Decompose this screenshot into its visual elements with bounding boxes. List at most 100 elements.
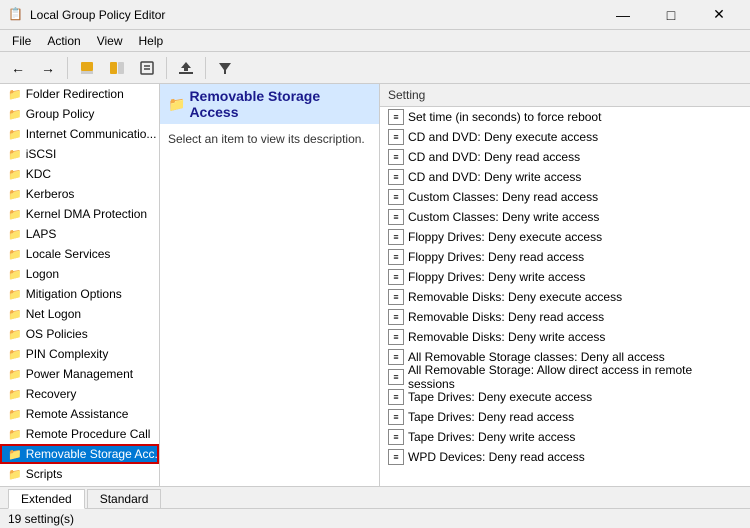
setting-icon-0: ≡ <box>388 109 404 125</box>
setting-row-3[interactable]: ≡ CD and DVD: Deny write access <box>380 167 750 187</box>
folder-icon-19: 📁 <box>8 468 22 481</box>
sidebar-item-logon[interactable]: 📁 Logon <box>0 264 159 284</box>
sidebar-item-kernel-dma[interactable]: 📁 Kernel DMA Protection <box>0 204 159 224</box>
panel-description: Select an item to view its description. <box>168 132 371 146</box>
setting-row-17[interactable]: ≡ WPD Devices: Deny read access <box>380 447 750 467</box>
title-text: Local Group Policy Editor <box>30 8 600 22</box>
main-content: 📁 Folder Redirection 📁 Group Policy 📁 In… <box>0 84 750 486</box>
folder-icon-1: 📁 <box>8 108 22 121</box>
setting-row-1[interactable]: ≡ CD and DVD: Deny execute access <box>380 127 750 147</box>
setting-icon-10: ≡ <box>388 309 404 325</box>
tab-standard[interactable]: Standard <box>87 489 162 508</box>
setting-row-5[interactable]: ≡ Custom Classes: Deny write access <box>380 207 750 227</box>
sidebar-item-locale-services[interactable]: 📁 Locale Services <box>0 244 159 264</box>
sidebar-item-scripts[interactable]: 📁 Scripts <box>0 464 159 484</box>
folder-icon-3: 📁 <box>8 148 22 161</box>
setting-row-0[interactable]: ≡ Set time (in seconds) to force reboot <box>380 107 750 127</box>
setting-icon-12: ≡ <box>388 349 404 365</box>
filter-button[interactable] <box>211 55 239 81</box>
folder-icon-7: 📁 <box>8 228 22 241</box>
forward-button[interactable]: → <box>34 55 62 81</box>
sidebar-item-remote-assistance[interactable]: 📁 Remote Assistance <box>0 404 159 424</box>
setting-row-4[interactable]: ≡ Custom Classes: Deny read access <box>380 187 750 207</box>
setting-icon-13: ≡ <box>388 369 404 385</box>
export-button[interactable] <box>172 55 200 81</box>
setting-icon-3: ≡ <box>388 169 404 185</box>
settings-column-header: Setting <box>388 88 742 102</box>
setting-row-2[interactable]: ≡ CD and DVD: Deny read access <box>380 147 750 167</box>
folder-icon-12: 📁 <box>8 328 22 341</box>
middle-panel: 📁 Removable Storage Access Select an ite… <box>160 84 380 486</box>
folder-icon-15: 📁 <box>8 388 22 401</box>
sidebar-item-internet-communications[interactable]: 📁 Internet Communicatio... <box>0 124 159 144</box>
toolbar: ← → <box>0 52 750 84</box>
toolbar-separator-2 <box>166 57 167 79</box>
status-bar: 19 setting(s) <box>0 508 750 528</box>
setting-icon-15: ≡ <box>388 409 404 425</box>
sidebar-item-laps[interactable]: 📁 LAPS <box>0 224 159 244</box>
setting-icon-7: ≡ <box>388 249 404 265</box>
sidebar-item-os-policies[interactable]: 📁 OS Policies <box>0 324 159 344</box>
minimize-button[interactable]: — <box>600 0 646 30</box>
setting-row-6[interactable]: ≡ Floppy Drives: Deny execute access <box>380 227 750 247</box>
setting-icon-9: ≡ <box>388 289 404 305</box>
sidebar-item-net-logon[interactable]: 📁 Net Logon <box>0 304 159 324</box>
folder-icon-13: 📁 <box>8 348 22 361</box>
setting-icon-11: ≡ <box>388 329 404 345</box>
sidebar-item-power-management[interactable]: 📁 Power Management <box>0 364 159 384</box>
show-hide-button[interactable] <box>103 55 131 81</box>
window-controls: — □ ✕ <box>600 0 742 30</box>
panel-folder-icon: 📁 <box>168 96 185 113</box>
tab-extended[interactable]: Extended <box>8 489 85 509</box>
bottom-tabs: Extended Standard <box>0 486 750 508</box>
close-button[interactable]: ✕ <box>696 0 742 30</box>
back-button[interactable]: ← <box>4 55 32 81</box>
menu-file[interactable]: File <box>4 32 39 50</box>
menu-help[interactable]: Help <box>131 32 172 50</box>
setting-row-9[interactable]: ≡ Removable Disks: Deny execute access <box>380 287 750 307</box>
setting-icon-16: ≡ <box>388 429 404 445</box>
sidebar-item-removable-storage[interactable]: 📁 Removable Storage Acc... <box>0 444 159 464</box>
up-button[interactable] <box>73 55 101 81</box>
sidebar: 📁 Folder Redirection 📁 Group Policy 📁 In… <box>0 84 160 486</box>
title-bar: 📋 Local Group Policy Editor — □ ✕ <box>0 0 750 30</box>
sidebar-item-group-policy[interactable]: 📁 Group Policy <box>0 104 159 124</box>
maximize-button[interactable]: □ <box>648 0 694 30</box>
folder-icon-2: 📁 <box>8 128 22 141</box>
sidebar-item-iscsi[interactable]: 📁 iSCSI <box>0 144 159 164</box>
setting-icon-6: ≡ <box>388 229 404 245</box>
sidebar-item-remote-procedure-call[interactable]: 📁 Remote Procedure Call <box>0 424 159 444</box>
setting-row-10[interactable]: ≡ Removable Disks: Deny read access <box>380 307 750 327</box>
folder-icon-14: 📁 <box>8 368 22 381</box>
menu-view[interactable]: View <box>89 32 131 50</box>
folder-icon-10: 📁 <box>8 288 22 301</box>
sidebar-item-kerberos[interactable]: 📁 Kerberos <box>0 184 159 204</box>
folder-icon-6: 📁 <box>8 208 22 221</box>
setting-row-8[interactable]: ≡ Floppy Drives: Deny write access <box>380 267 750 287</box>
setting-row-16[interactable]: ≡ Tape Drives: Deny write access <box>380 427 750 447</box>
sidebar-item-folder-redirection[interactable]: 📁 Folder Redirection <box>0 84 159 104</box>
folder-icon-17: 📁 <box>8 428 22 441</box>
app-icon: 📋 <box>8 7 24 23</box>
panel-header: 📁 Removable Storage Access <box>160 84 379 124</box>
sidebar-item-recovery[interactable]: 📁 Recovery <box>0 384 159 404</box>
setting-row-11[interactable]: ≡ Removable Disks: Deny write access <box>380 327 750 347</box>
toolbar-separator-1 <box>67 57 68 79</box>
properties-button[interactable] <box>133 55 161 81</box>
folder-icon-16: 📁 <box>8 408 22 421</box>
setting-row-15[interactable]: ≡ Tape Drives: Deny read access <box>380 407 750 427</box>
setting-row-7[interactable]: ≡ Floppy Drives: Deny read access <box>380 247 750 267</box>
panel-title: Removable Storage Access <box>189 88 371 120</box>
folder-icon-11: 📁 <box>8 308 22 321</box>
sidebar-item-kdc[interactable]: 📁 KDC <box>0 164 159 184</box>
setting-row-13[interactable]: ≡ All Removable Storage: Allow direct ac… <box>380 367 750 387</box>
sidebar-item-server-manager[interactable]: 📁 Server Manager <box>0 484 159 486</box>
folder-icon-8: 📁 <box>8 248 22 261</box>
folder-icon-5: 📁 <box>8 188 22 201</box>
menu-action[interactable]: Action <box>39 32 88 50</box>
setting-icon-14: ≡ <box>388 389 404 405</box>
folder-icon-0: 📁 <box>8 88 22 101</box>
folder-icon-4: 📁 <box>8 168 22 181</box>
sidebar-item-mitigation-options[interactable]: 📁 Mitigation Options <box>0 284 159 304</box>
sidebar-item-pin-complexity[interactable]: 📁 PIN Complexity <box>0 344 159 364</box>
